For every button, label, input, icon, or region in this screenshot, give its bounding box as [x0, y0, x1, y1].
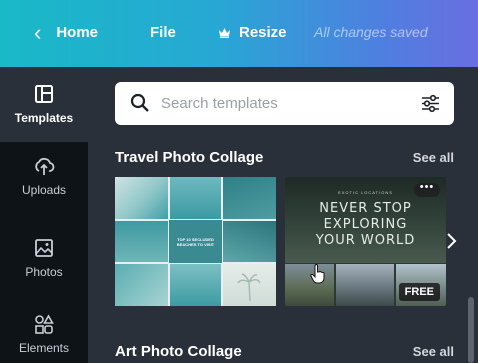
sidebar-item-label: Uploads	[21, 183, 67, 197]
sidebar-item-elements[interactable]: Elements	[0, 313, 88, 363]
free-badge: FREE	[398, 283, 440, 301]
section-title: Art Photo Collage	[115, 343, 242, 360]
scrollbar-thumb[interactable]	[468, 297, 474, 363]
image-icon	[35, 239, 53, 257]
file-menu-button[interactable]: File	[150, 24, 176, 41]
crown-icon	[219, 28, 230, 38]
collage-tile	[170, 264, 221, 306]
collage-title-block: TOP 10 SECLUDED BEACHES TO VISIT	[169, 220, 222, 263]
layout-icon	[35, 85, 53, 103]
upload-cloud-icon	[35, 157, 55, 175]
home-button[interactable]: ‹ Home	[34, 19, 99, 45]
home-label: Home	[56, 24, 99, 41]
sidebar-item-label: Photos	[25, 265, 63, 279]
top-bar: ‹ Home File Resize All changes saved	[0, 0, 478, 67]
collage-tile	[115, 177, 168, 219]
collage-tile	[170, 177, 221, 219]
sidebar-item-label: Templates	[14, 111, 74, 125]
sidebar-item-uploads[interactable]: Uploads	[0, 155, 88, 225]
template-headline: NEVER STOP EXPLORING YOUR WORLD	[285, 201, 446, 249]
headline-line: EXPLORING	[323, 217, 408, 232]
collage-tile	[115, 221, 168, 262]
collage-tile	[223, 177, 276, 219]
sidebar: Templates Uploads Photos Elements	[0, 67, 88, 363]
chevron-right-icon[interactable]	[444, 232, 458, 250]
headline-line: NEVER STOP	[319, 201, 412, 216]
sidebar-item-templates[interactable]: Templates	[0, 67, 88, 142]
sidebar-item-photos[interactable]: Photos	[0, 237, 88, 307]
search-box	[115, 82, 454, 125]
photo-strip-tile	[336, 264, 394, 306]
file-label: File	[150, 24, 176, 41]
headline-line: YOUR WORLD	[315, 233, 416, 248]
hand-cursor-icon	[310, 264, 325, 284]
chevron-left-icon: ‹	[34, 19, 42, 45]
search-input[interactable]	[161, 92, 401, 114]
see-all-link[interactable]: See all	[413, 344, 454, 359]
more-options-button[interactable]: •••	[414, 182, 440, 197]
template-thumbnail[interactable]: EXOTIC LOCATIONS NEVER STOP EXPLORING YO…	[285, 177, 446, 306]
sidebar-item-label: Elements	[18, 341, 70, 355]
collage-tile	[115, 264, 168, 306]
resize-button[interactable]: Resize	[218, 24, 287, 41]
save-status: All changes saved	[314, 24, 428, 40]
search-icon	[130, 93, 149, 112]
palm-tree-icon	[237, 273, 261, 302]
template-thumbnail[interactable]: TOP 10 SECLUDED BEACHES TO VISIT	[115, 177, 276, 306]
filter-sliders-icon[interactable]	[420, 93, 441, 114]
see-all-link[interactable]: See all	[413, 150, 454, 165]
shapes-icon	[35, 314, 54, 334]
collage-tile	[223, 221, 276, 262]
resize-label: Resize	[239, 24, 287, 41]
collage-text-line: BEACHES TO VISIT	[176, 241, 215, 247]
section-title: Travel Photo Collage	[115, 149, 264, 166]
